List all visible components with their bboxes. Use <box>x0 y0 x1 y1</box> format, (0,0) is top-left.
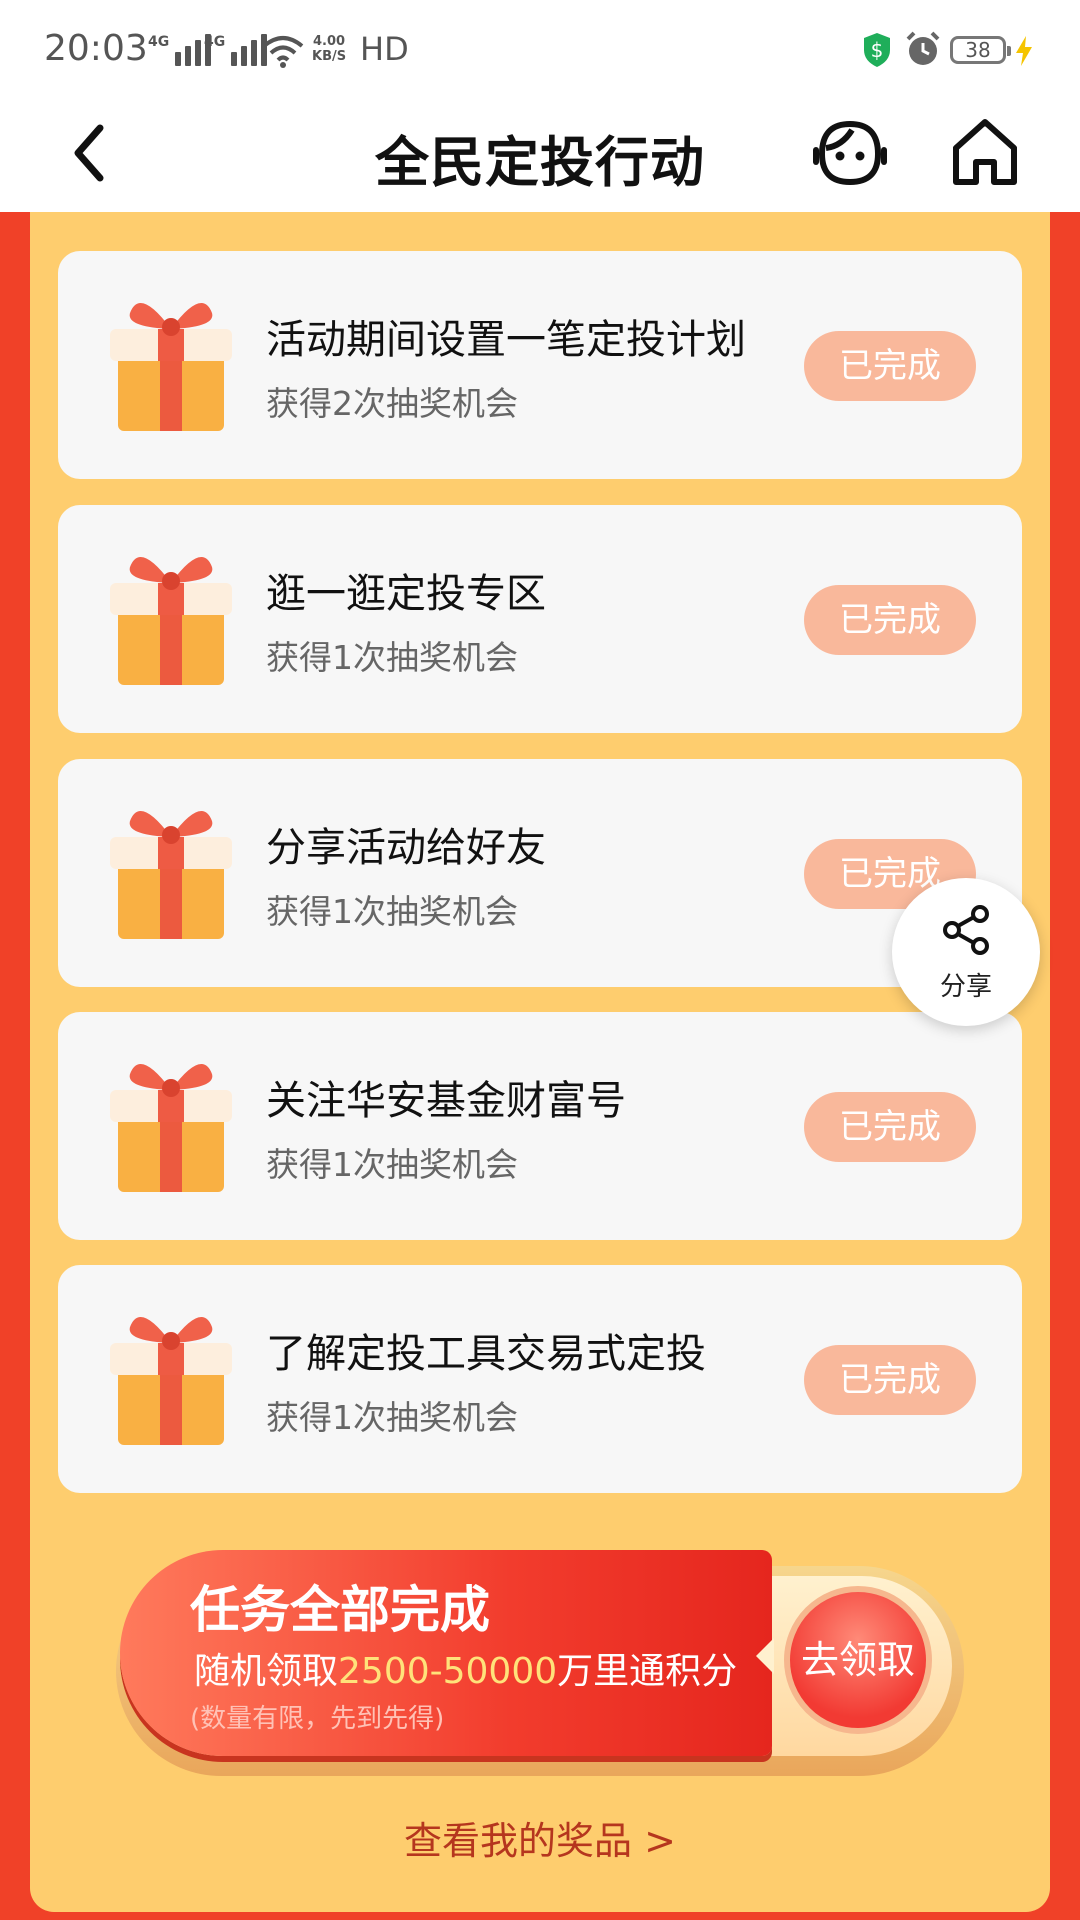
status-time: 20:03 <box>44 28 148 69</box>
network-type-label: 4G <box>148 34 170 50</box>
alarm-icon <box>906 31 940 65</box>
network-type-label: 4G <box>204 34 226 50</box>
gift-box-icon <box>110 1317 232 1445</box>
task-card: 分享活动给好友 获得1次抽奖机会 已完成 <box>58 759 1022 987</box>
task-title: 关注华安基金财富号 <box>266 1078 626 1124</box>
shield-dollar-icon: $ <box>864 33 890 67</box>
task-card: 逛一逛定投专区 获得1次抽奖机会 已完成 <box>58 505 1022 733</box>
home-icon[interactable] <box>950 114 1020 190</box>
task-completed-button[interactable]: 已完成 <box>804 585 976 655</box>
task-card: 了解定投工具交易式定投 获得1次抽奖机会 已完成 <box>58 1265 1022 1493</box>
banner-points-range: 2500-50000 <box>338 1651 558 1692</box>
task-card: 活动期间设置一笔定投计划 获得2次抽奖机会 已完成 <box>58 251 1022 479</box>
banner-description: 随机领取2500-50000万里通积分 <box>194 1642 737 1694</box>
signal-icon: 4G <box>204 34 268 66</box>
gift-box-icon <box>110 1064 232 1192</box>
task-completed-button[interactable]: 已完成 <box>804 1092 976 1162</box>
task-reward: 获得1次抽奖机会 <box>266 1145 518 1184</box>
share-icon <box>943 905 989 955</box>
status-bar: 20:03 4G 4G 4.00 KB/S HD $ 38 <box>0 0 1080 100</box>
nav-bar: 全民定投行动 <box>0 100 1080 212</box>
gift-box-icon <box>110 303 232 431</box>
battery-indicator: 38 <box>950 36 1011 64</box>
share-button[interactable]: 分享 <box>892 878 1040 1026</box>
task-title: 逛一逛定投专区 <box>266 571 546 617</box>
charging-icon <box>1016 36 1032 66</box>
gift-box-icon <box>110 811 232 939</box>
hd-indicator: HD <box>360 30 409 68</box>
task-title: 了解定投工具交易式定投 <box>266 1331 706 1377</box>
svg-text:$: $ <box>871 38 884 62</box>
claim-reward-banner: 任务全部完成 随机领取2500-50000万里通积分 (数量有限，先到先得) 去… <box>116 1548 966 1778</box>
banner-title: 任务全部完成 <box>190 1581 490 1639</box>
claim-button[interactable]: 去领取 <box>784 1586 932 1734</box>
network-speed: 4.00 KB/S <box>312 34 346 64</box>
task-reward: 获得1次抽奖机会 <box>266 1398 518 1437</box>
task-completed-button[interactable]: 已完成 <box>804 331 976 401</box>
signal-icon: 4G <box>148 34 212 66</box>
banner-content: 任务全部完成 随机领取2500-50000万里通积分 (数量有限，先到先得) <box>120 1550 772 1756</box>
task-reward: 获得1次抽奖机会 <box>266 638 518 677</box>
wifi-icon <box>262 36 304 68</box>
speed-value: 4.00 <box>313 34 346 49</box>
task-reward: 获得1次抽奖机会 <box>266 892 518 931</box>
view-my-prizes-link[interactable]: 查看我的奖品 > <box>0 1810 1080 1865</box>
share-label: 分享 <box>939 972 992 1002</box>
banner-desc-suffix: 万里通积分 <box>557 1651 738 1692</box>
task-completed-button[interactable]: 已完成 <box>804 1345 976 1415</box>
banner-note: (数量有限，先到先得) <box>190 1704 445 1734</box>
banner-notch <box>756 1638 774 1674</box>
task-reward: 获得2次抽奖机会 <box>266 384 518 423</box>
gift-box-icon <box>110 557 232 685</box>
task-title: 分享活动给好友 <box>266 825 546 871</box>
customer-service-icon[interactable] <box>812 114 888 190</box>
banner-desc-prefix: 随机领取 <box>194 1651 339 1692</box>
page-title: 全民定投行动 <box>375 131 705 194</box>
speed-unit: KB/S <box>312 49 347 64</box>
task-card: 关注华安基金财富号 获得1次抽奖机会 已完成 <box>58 1012 1022 1240</box>
task-title: 活动期间设置一笔定投计划 <box>266 317 746 363</box>
